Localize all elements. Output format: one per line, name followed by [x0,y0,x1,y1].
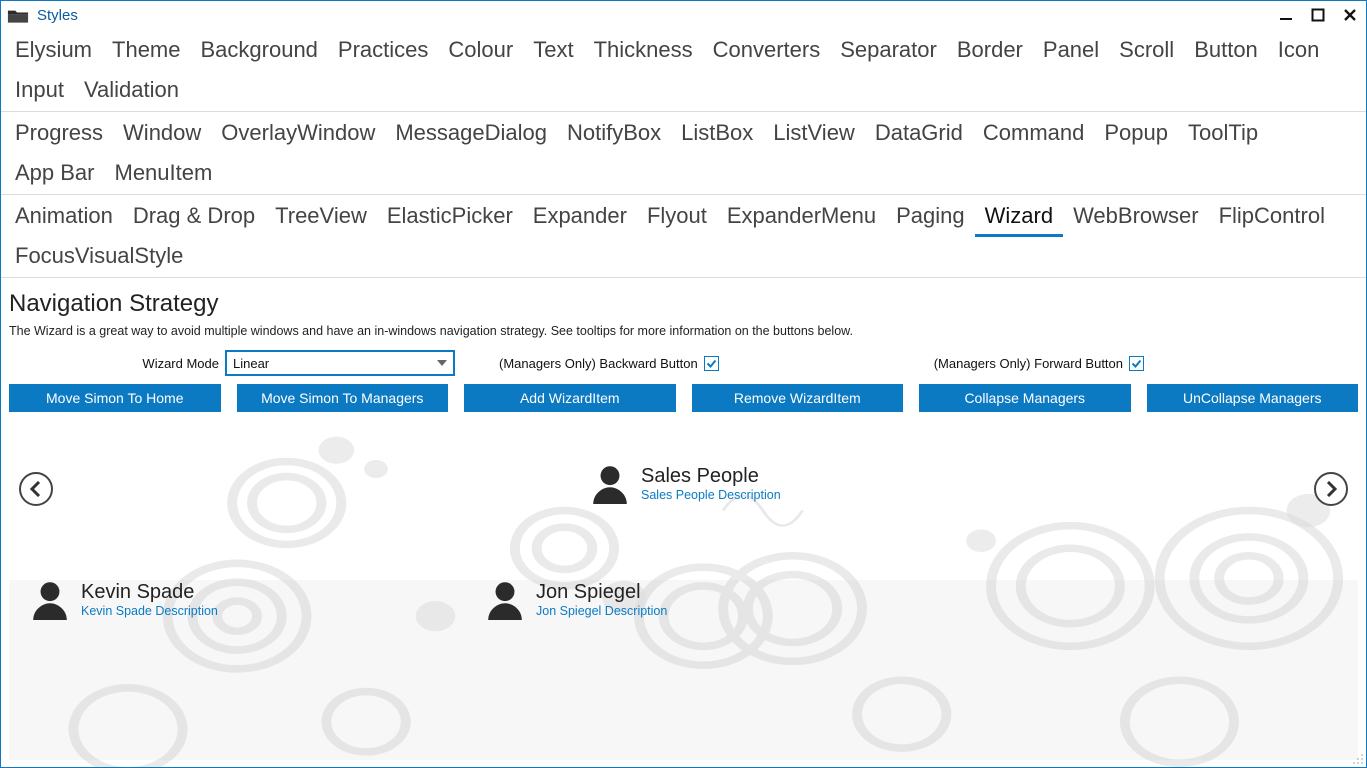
forward-label: (Managers Only) Forward Button [934,356,1123,371]
forward-checkbox[interactable] [1129,356,1144,371]
tab-app-bar[interactable]: App Bar [5,154,105,194]
page-description: The Wizard is a great way to avoid multi… [9,324,1358,338]
tab-thickness[interactable]: Thickness [584,31,703,71]
tab-flyout[interactable]: Flyout [637,197,717,237]
card-description: Kevin Spade Description [81,604,218,618]
remove-wizarditem-button[interactable]: Remove WizardItem [692,384,904,412]
tab-practices[interactable]: Practices [328,31,438,71]
wizard-mode-group: Wizard Mode Linear [9,350,455,376]
backward-checkbox[interactable] [704,356,719,371]
wizard-mode-select[interactable]: Linear [225,350,455,376]
uncollapse-managers-button[interactable]: UnCollapse Managers [1147,384,1359,412]
wizard-mode-value: Linear [233,356,269,371]
tab-paging[interactable]: Paging [886,197,975,237]
tab-listbox[interactable]: ListBox [671,114,763,154]
tab-elasticpicker[interactable]: ElasticPicker [377,197,523,237]
tab-validation[interactable]: Validation [74,71,189,111]
tab-wizard[interactable]: Wizard [975,197,1063,237]
tab-elysium[interactable]: Elysium [5,31,102,71]
controls-row: Wizard Mode Linear (Managers Only) Backw… [9,350,1358,384]
titlebar: Styles [1,1,1366,29]
wizard-forward-button[interactable] [1314,472,1348,506]
tab-converters[interactable]: Converters [703,31,831,71]
move-home-button[interactable]: Move Simon To Home [9,384,221,412]
card-description: Sales People Description [641,488,781,502]
tab-window[interactable]: Window [113,114,211,154]
app-window: Styles ElysiumThemeBackgroundPracticesCo… [0,0,1367,768]
tab-popup[interactable]: Popup [1094,114,1178,154]
page-title: Navigation Strategy [9,290,1358,318]
tab-text[interactable]: Text [523,31,583,71]
forward-button-group: (Managers Only) Forward Button [934,356,1144,371]
close-button[interactable] [1340,5,1360,25]
move-managers-button[interactable]: Move Simon To Managers [237,384,449,412]
avatar-icon [29,578,71,620]
tab-webbrowser[interactable]: WebBrowser [1063,197,1209,237]
add-wizarditem-button[interactable]: Add WizardItem [464,384,676,412]
tab-tooltip[interactable]: ToolTip [1178,114,1268,154]
tab-expandermenu[interactable]: ExpanderMenu [717,197,886,237]
tab-colour[interactable]: Colour [438,31,523,71]
backward-label: (Managers Only) Backward Button [499,356,698,371]
page-body: Navigation Strategy The Wizard is a grea… [1,278,1366,767]
tab-strip-3: AnimationDrag & DropTreeViewElasticPicke… [1,195,1366,278]
tab-notifybox[interactable]: NotifyBox [557,114,671,154]
backward-button-group: (Managers Only) Backward Button [499,356,719,371]
card-name: Jon Spiegel [536,581,667,604]
maximize-button[interactable] [1308,5,1328,25]
action-buttons: Move Simon To Home Move Simon To Manager… [9,384,1358,412]
card-description: Jon Spiegel Description [536,604,667,618]
tab-separator[interactable]: Separator [830,31,947,71]
tab-theme[interactable]: Theme [102,31,190,71]
card-name: Kevin Spade [81,581,218,604]
collapse-managers-button[interactable]: Collapse Managers [919,384,1131,412]
tab-overlaywindow[interactable]: OverlayWindow [211,114,385,154]
tab-panel[interactable]: Panel [1033,31,1109,71]
tab-progress[interactable]: Progress [5,114,113,154]
tab-scroll[interactable]: Scroll [1109,31,1184,71]
tab-background[interactable]: Background [191,31,328,71]
tab-treeview[interactable]: TreeView [265,197,377,237]
tab-input[interactable]: Input [5,71,74,111]
tab-strip-1: ElysiumThemeBackgroundPracticesColourTex… [1,29,1366,112]
tab-menuitem[interactable]: MenuItem [105,154,223,194]
card-name: Sales People [641,465,781,488]
tab-animation[interactable]: Animation [5,197,123,237]
tab-button[interactable]: Button [1184,31,1268,71]
tab-strip-2: ProgressWindowOverlayWindowMessageDialog… [1,112,1366,195]
minimize-button[interactable] [1276,5,1296,25]
tab-messagedialog[interactable]: MessageDialog [385,114,557,154]
folder-icon [7,7,29,23]
tab-icon[interactable]: Icon [1268,31,1330,71]
tab-expander[interactable]: Expander [523,197,637,237]
chevron-down-icon [437,360,447,366]
wizard-card-sales-people[interactable]: Sales People Sales People Description [589,462,781,504]
tab-focusvisualstyle[interactable]: FocusVisualStyle [5,237,193,277]
wizard-card-jon-spiegel[interactable]: Jon Spiegel Jon Spiegel Description [484,578,667,620]
tab-datagrid[interactable]: DataGrid [865,114,973,154]
resize-grip[interactable] [1350,751,1364,765]
avatar-icon [484,578,526,620]
wizard-canvas: Sales People Sales People Description Ke… [9,420,1358,767]
avatar-icon [589,462,631,504]
tab-command[interactable]: Command [973,114,1094,154]
tab-listview[interactable]: ListView [763,114,865,154]
tab-flipcontrol[interactable]: FlipControl [1209,197,1335,237]
wizard-back-button[interactable] [19,472,53,506]
tab-drag-drop[interactable]: Drag & Drop [123,197,265,237]
wizard-mode-label: Wizard Mode [9,356,219,371]
tab-border[interactable]: Border [947,31,1033,71]
window-title: Styles [37,7,78,24]
wizard-card-kevin-spade[interactable]: Kevin Spade Kevin Spade Description [29,578,218,620]
